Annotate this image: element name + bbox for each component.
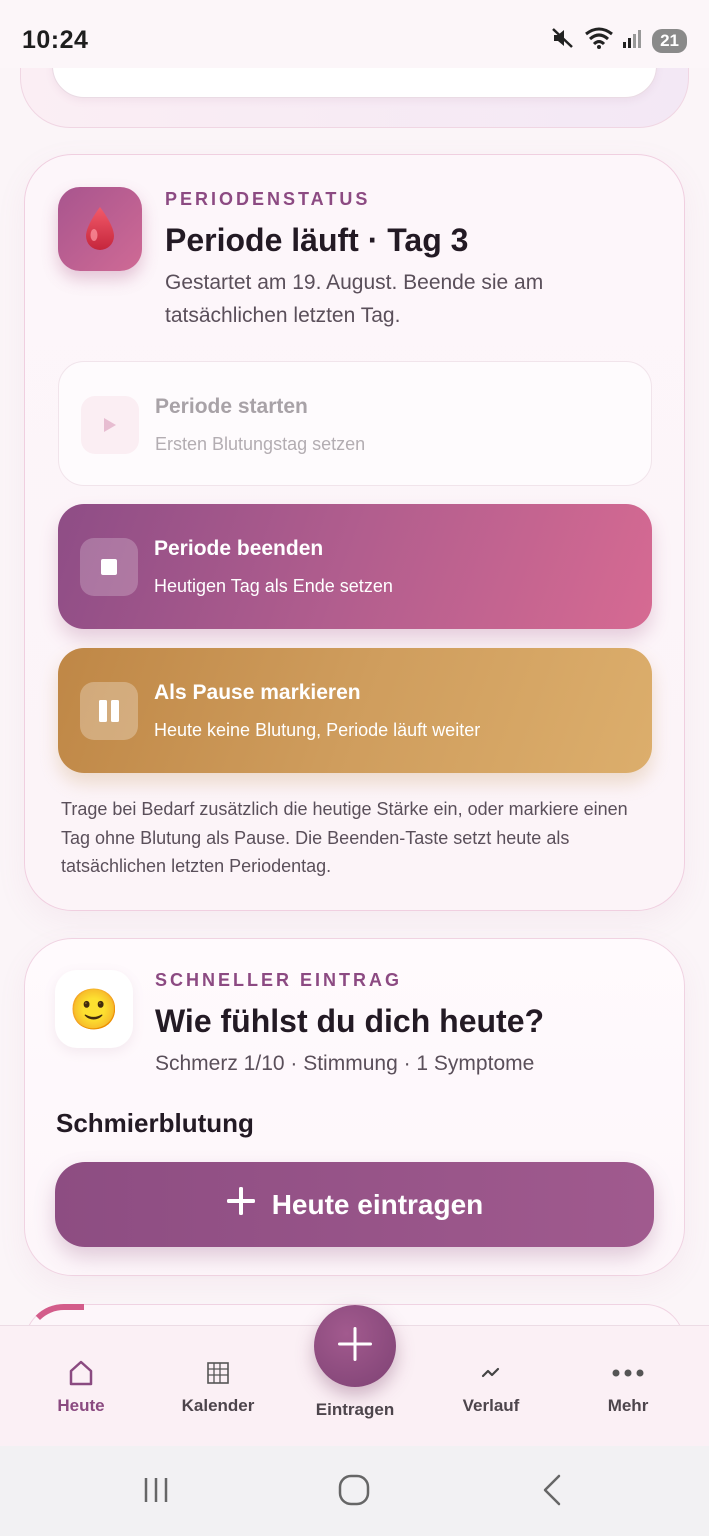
more-dots-icon [573,1356,683,1390]
log-today-button[interactable]: Heute eintragen [55,1162,654,1247]
period-help-note: Trage bei Bedarf zusätzlich die heutige … [61,799,628,876]
calendar-grid-icon [163,1356,273,1390]
status-icons: 21 [550,26,687,55]
end-period-label: Periode beenden [154,537,324,560]
pause-icon [80,682,138,740]
quick-entry-summary: Schmerz 1/10 · Stimmung · 1 Symptome [155,1052,535,1075]
home-icon [26,1356,136,1390]
home-button-icon[interactable] [324,1468,384,1512]
nav-label-eintragen[interactable]: Eintragen [299,1400,411,1420]
period-status-eyebrow: PERIODENSTATUS [165,189,371,209]
nav-label-verlauf: Verlauf [462,1396,520,1415]
nav-label-mehr: Mehr [607,1396,649,1415]
blood-drop-icon [58,187,142,271]
plus-icon [226,1186,256,1223]
nav-label-kalender: Kalender [181,1396,255,1415]
period-status-title: Periode läuft · Tag 3 [165,222,469,258]
signal-icon [622,26,644,55]
nav-item-heute[interactable]: Heute [26,1356,136,1416]
quick-entry-title: Wie fühlst du dich heute? [155,1003,545,1039]
start-period-desc: Ersten Blutungstag setzen [155,434,366,454]
mark-pause-button[interactable]: Als Pause markieren Heute keine Blutung,… [58,648,652,773]
status-bar: 10:24 21 [0,0,709,68]
end-period-desc: Heutigen Tag als Ende setzen [154,576,393,596]
flow-label: Schmierblutung [56,1108,254,1138]
add-entry-fab[interactable] [314,1305,396,1387]
plus-icon [336,1325,374,1368]
mark-pause-label: Als Pause markieren [154,681,361,704]
nav-item-mehr[interactable]: Mehr [573,1356,683,1416]
nav-label-heute: Heute [57,1396,105,1415]
play-icon [81,396,139,454]
end-period-button[interactable]: Periode beenden Heutigen Tag als Ende se… [58,504,652,629]
mark-pause-desc: Heute keine Blutung, Periode läuft weite… [154,720,481,740]
nav-item-kalender[interactable]: Kalender [163,1356,273,1416]
period-status-subtitle: Gestartet am 19. August. Beende sie am t… [165,271,544,327]
recent-apps-icon[interactable] [126,1468,186,1512]
status-time: 10:24 [22,26,89,54]
mute-icon [550,26,576,55]
wifi-icon [584,26,614,55]
log-today-label: Heute eintragen [271,1188,484,1220]
stop-icon [80,538,138,596]
start-period-label: Periode starten [155,395,308,418]
back-icon[interactable] [522,1468,582,1512]
battery-indicator: 21 [652,28,687,53]
start-period-button[interactable]: Periode starten Ersten Blutungstag setze… [58,361,652,486]
quick-entry-eyebrow: SCHNELLER EINTRAG [155,970,403,990]
mood-emoji-icon: 🙂 [55,970,133,1048]
nav-item-verlauf[interactable]: Verlauf [436,1356,546,1416]
trend-icon [436,1356,546,1390]
